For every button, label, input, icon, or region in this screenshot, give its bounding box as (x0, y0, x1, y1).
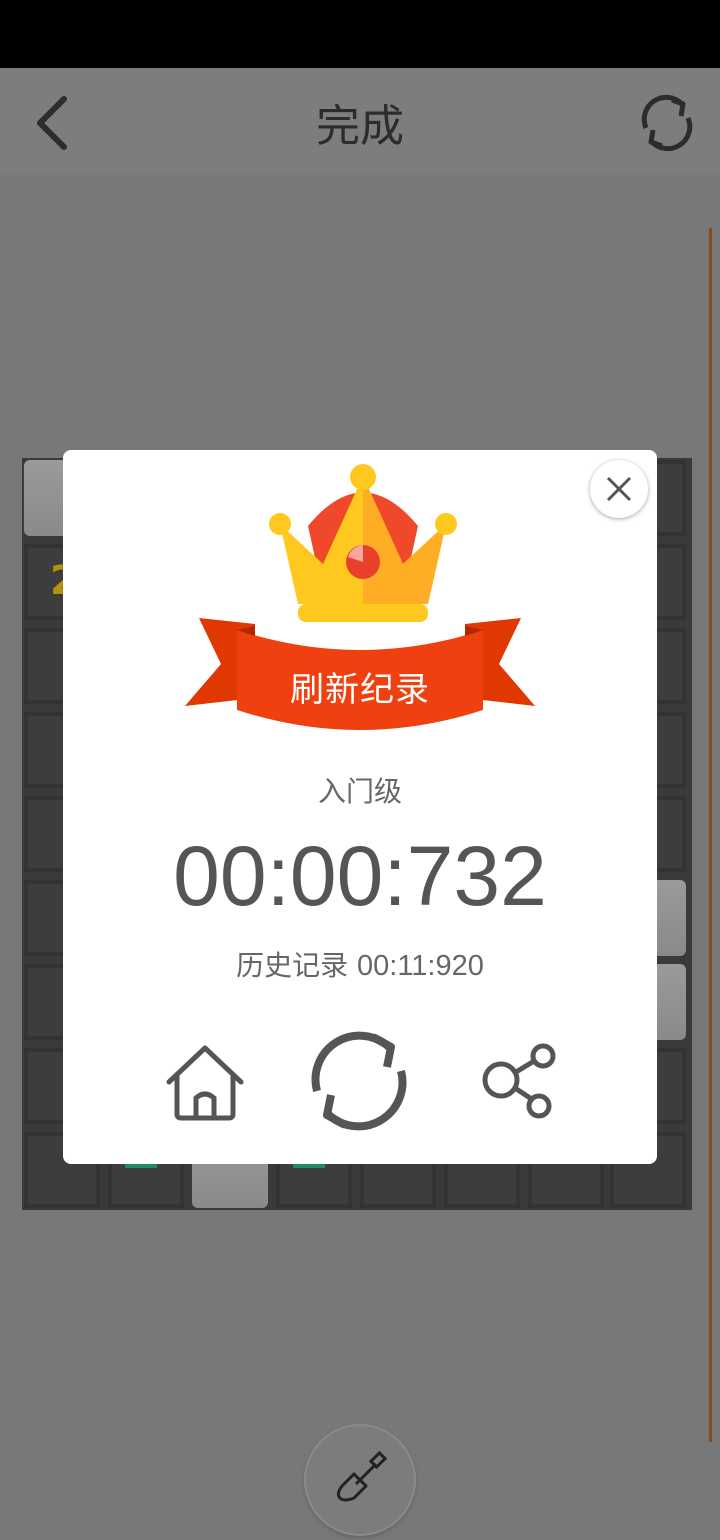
scrollbar (709, 228, 712, 1442)
page-title: 完成 (316, 101, 404, 152)
top-bar: 完成 (0, 68, 720, 175)
close-icon (606, 476, 632, 502)
refresh-button[interactable] (636, 92, 698, 154)
difficulty-level: 入门级 (317, 775, 402, 808)
home-icon (166, 1045, 244, 1121)
history-record: 历史记录 00:11:920 (63, 944, 657, 984)
status-bar (0, 0, 720, 68)
home-button[interactable] (163, 1042, 247, 1122)
shovel-icon (336, 1450, 388, 1502)
refresh-icon (641, 94, 693, 152)
history-label: 历史记录 (236, 949, 349, 982)
elapsed-time: 00:00:732 (173, 829, 547, 923)
crown-icon (269, 464, 457, 622)
shovel-tool-button[interactable] (306, 1426, 414, 1534)
share-button[interactable] (481, 1042, 563, 1122)
close-button[interactable] (590, 460, 648, 518)
banner-text: 刷新纪录 (290, 670, 430, 710)
share-icon (482, 1043, 556, 1119)
restart-icon (311, 1031, 407, 1131)
record-dialog: 刷新纪录 入门级 00:00:732 历史记录 00:11:920 (63, 450, 657, 1164)
history-value: 00:11:920 (357, 950, 484, 982)
restart-button[interactable] (303, 1025, 415, 1137)
